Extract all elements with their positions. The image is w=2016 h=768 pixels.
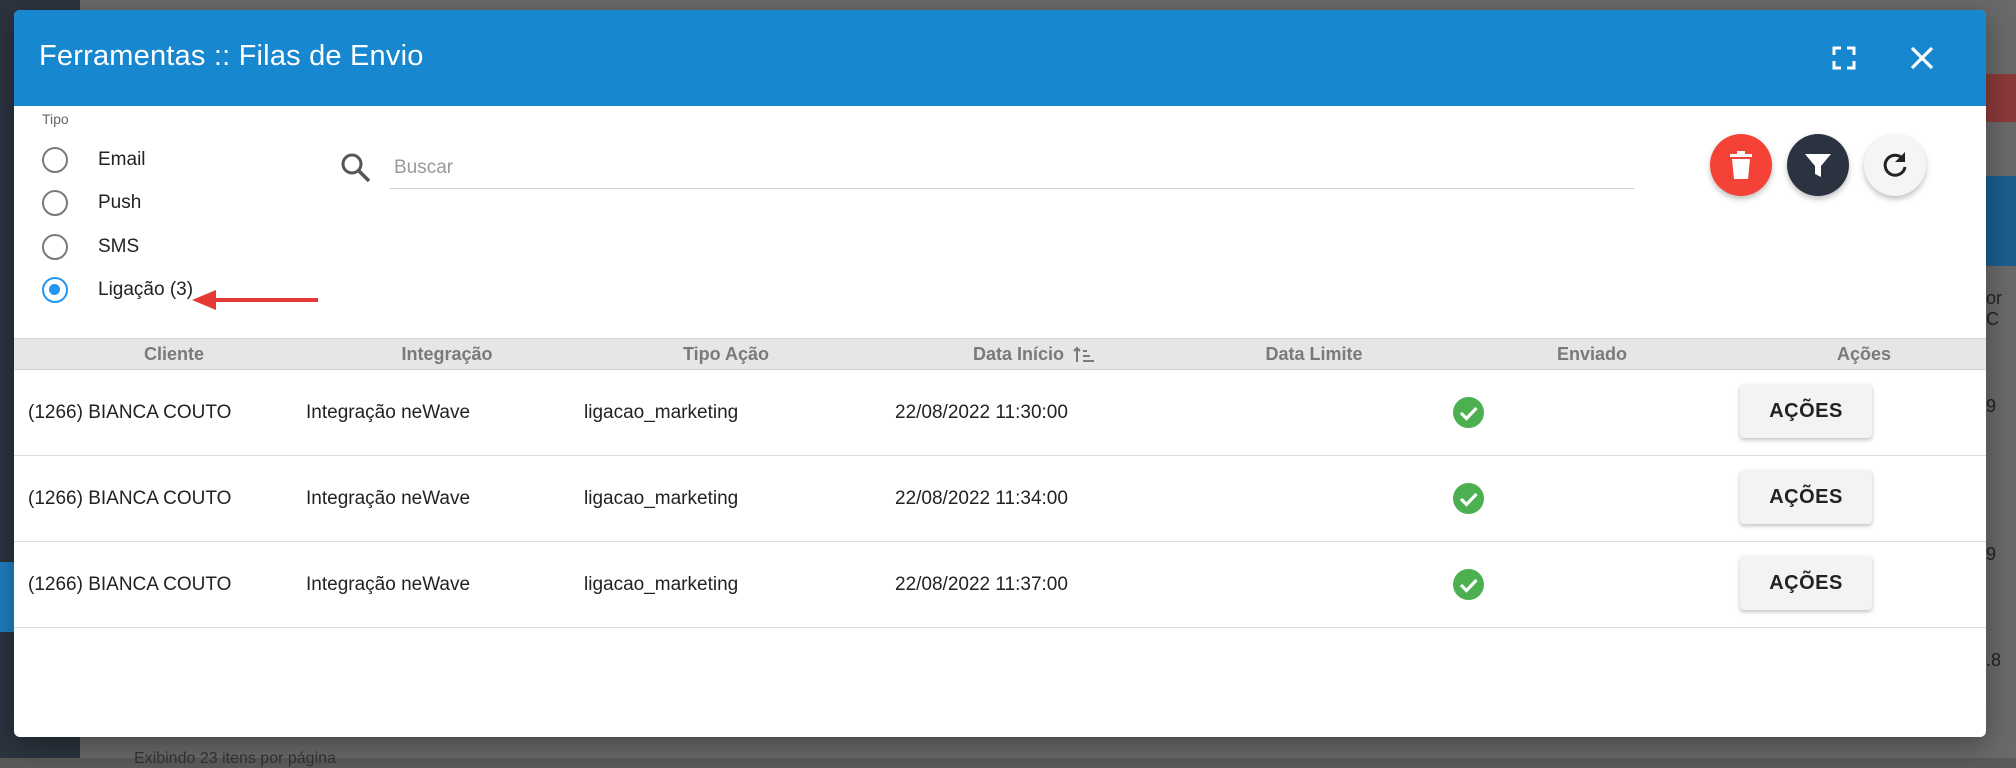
tipo-label: Tipo [42,111,69,127]
background-panel [1985,176,2016,266]
cell-cliente: (1266) BIANCA COUTO [28,488,232,509]
background-cell: .8 [1986,650,2002,670]
table-row[interactable]: (1266) BIANCA COUTO Integração neWave li… [14,370,1986,456]
filter-button[interactable] [1787,134,1849,196]
modal-header: Ferramentas :: Filas de Envio [14,10,1986,106]
check-circle-icon [1453,569,1484,600]
column-header-acoes: Ações [1836,344,1892,364]
background-pdf-icon [1985,74,2016,122]
column-header-data-limite[interactable]: Data Limite [1204,339,1424,369]
radio-label-email: Email [98,149,146,170]
cell-data-inicio: 22/08/2022 11:30:00 [895,402,1068,423]
column-header-data-inicio[interactable]: Data Início [914,339,1154,369]
background-footer-text: Exibindo 23 itens por página [134,750,336,767]
radio-button[interactable] [42,147,68,173]
cell-tipo-acao: ligacao_marketing [584,402,739,423]
radio-label-ligacao: Ligação (3) [98,279,194,300]
cell-integracao: Integração neWave [306,574,471,595]
column-header-enviado[interactable]: Enviado [1492,339,1692,369]
radio-button[interactable] [42,234,68,260]
background-column-header: or C [1986,288,2003,329]
radio-label-sms: SMS [98,236,140,257]
table-row[interactable]: (1266) BIANCA COUTO Integração neWave li… [14,542,1986,628]
radio-label-push: Push [98,192,142,213]
radio-button-selected[interactable] [42,277,68,303]
column-header-data-inicio-label: Data Início [972,344,1064,364]
table-row[interactable]: (1266) BIANCA COUTO Integração neWave li… [14,456,1986,542]
sort-ascending-icon [1073,346,1095,363]
cell-tipo-acao: ligacao_marketing [584,574,739,595]
queue-table: Cliente Integração Tipo Ação Data Início… [14,338,1986,628]
modal-dialog: Ferramentas :: Filas de Envio Tipo Email… [14,10,1986,737]
close-icon [1910,46,1934,70]
cell-tipo-acao: ligacao_marketing [584,488,739,509]
modal-title: Ferramentas :: Filas de Envio [39,40,424,72]
refresh-button[interactable] [1864,134,1926,196]
acoes-button[interactable]: AÇÕES [1740,470,1872,524]
radio-ligacao[interactable]: Ligação (3) [42,272,193,308]
check-circle-icon [1453,483,1484,514]
annotation-arrow-icon [192,290,318,310]
radio-email[interactable]: Email [42,142,146,178]
fullscreen-button[interactable] [1826,40,1862,76]
table-header: Cliente Integração Tipo Ação Data Início… [14,338,1986,370]
acoes-button[interactable]: AÇÕES [1740,556,1872,610]
filter-icon [1805,154,1831,177]
radio-push[interactable]: Push [42,185,141,221]
check-circle-icon [1453,397,1484,428]
trash-icon [1730,151,1752,179]
column-header-tipo-acao[interactable]: Tipo Ação [626,339,826,369]
refresh-icon [1883,152,1907,177]
cell-data-inicio: 22/08/2022 11:37:00 [895,574,1068,595]
acoes-button[interactable]: AÇÕES [1740,384,1872,438]
delete-button[interactable] [1710,134,1772,196]
radio-button[interactable] [42,190,68,216]
radio-sms[interactable]: SMS [42,229,139,265]
fullscreen-icon [1832,46,1856,70]
cell-cliente: (1266) BIANCA COUTO [28,402,232,423]
column-header-integracao[interactable]: Integração [352,339,542,369]
cell-integracao: Integração neWave [306,488,471,509]
background-cell: 9 [1986,396,1997,416]
cell-data-inicio: 22/08/2022 11:34:00 [895,488,1068,509]
column-header-cliente[interactable]: Cliente [84,339,264,369]
close-button[interactable] [1904,40,1940,76]
background-cell: 9 [1986,544,1997,564]
search-icon [341,153,371,183]
cell-cliente: (1266) BIANCA COUTO [28,574,232,595]
search-input[interactable] [390,148,1634,189]
cell-integracao: Integração neWave [306,402,471,423]
